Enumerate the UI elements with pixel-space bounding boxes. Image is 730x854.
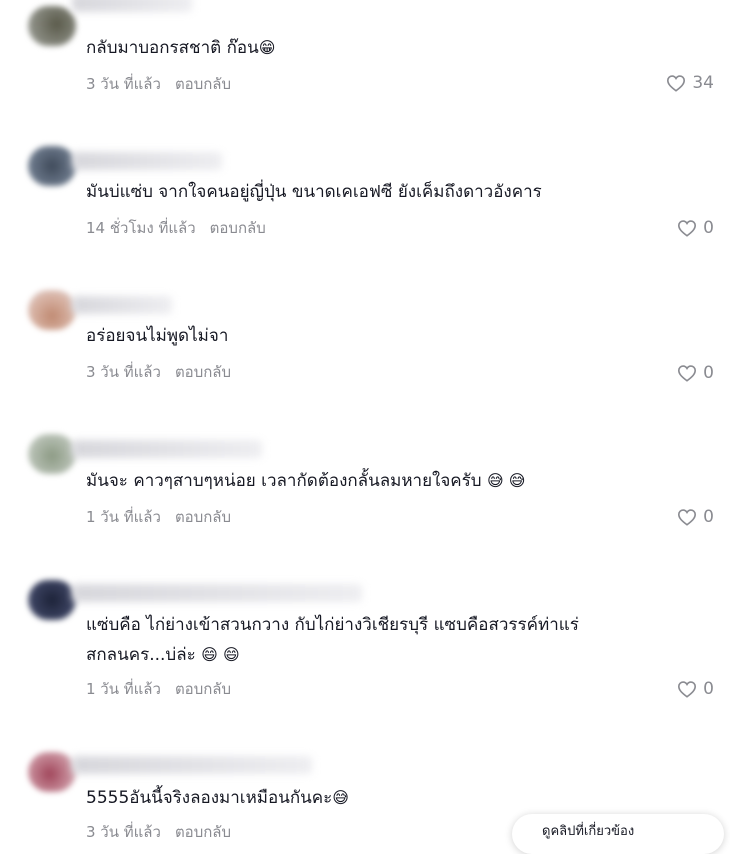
comment-time: 1 วัน ที่แล้ว [86, 680, 161, 698]
like-button[interactable]: 0 [677, 679, 714, 699]
reply-button[interactable]: ตอบกลับ [210, 219, 266, 237]
comment-text: อร่อยจนไม่พูดไม่จา [86, 326, 229, 346]
comment-time: 1 วัน ที่แล้ว [86, 508, 161, 526]
smile-emoji-icon: 😄 😄 [201, 645, 240, 664]
like-count: 0 [703, 218, 714, 238]
username-blurred[interactable] [72, 0, 192, 12]
comment-text: มันจะ คาวๆสาบๆหน่อย เวลากัดต้องกลั้นลมหา… [86, 471, 526, 491]
comment-meta: 1 วัน ที่แล้ว ตอบกลับ [86, 677, 231, 701]
comment-meta: 1 วัน ที่แล้ว ตอบกลับ [86, 505, 231, 529]
grin-emoji-icon: 😁 [258, 38, 276, 57]
comment-meta: 3 วัน ที่แล้ว ตอบกลับ [86, 360, 231, 384]
avatar[interactable] [28, 146, 76, 186]
heart-outline-icon [667, 75, 686, 92]
like-count: 0 [703, 679, 714, 699]
username-blurred[interactable] [72, 440, 262, 458]
like-count: 0 [703, 363, 714, 383]
heart-outline-icon [678, 681, 697, 698]
related-videos-pill[interactable]: ดูคลิปที่เกี่ยวข้อง [512, 814, 724, 854]
like-button[interactable]: 0 [677, 363, 714, 383]
like-count: 34 [692, 73, 714, 93]
comment-text: กลับมาบอกรสชาติ ก๊อน😁 [86, 38, 276, 58]
comment-text: แซ่บคือ ไก่ย่างเข้าสวนกวาง กับไก่ย่างวิเ… [86, 615, 579, 665]
avatar[interactable] [28, 752, 76, 792]
like-button[interactable]: 34 [666, 73, 714, 93]
like-count: 0 [703, 507, 714, 527]
avatar[interactable] [28, 6, 76, 46]
comment-meta: 14 ชั่วโมง ที่แล้ว ตอบกลับ [86, 216, 266, 240]
username-blurred[interactable] [72, 756, 312, 774]
username-blurred[interactable] [72, 296, 172, 314]
reply-button[interactable]: ตอบกลับ [175, 680, 231, 698]
sweat-smile-emoji-icon: 😅 😅 [487, 471, 526, 490]
pill-label: ดูคลิปที่เกี่ยวข้อง [542, 824, 635, 839]
comment-time: 3 วัน ที่แล้ว [86, 75, 161, 93]
comment-time: 3 วัน ที่แล้ว [86, 823, 161, 841]
avatar[interactable] [28, 290, 76, 330]
comment-meta: 3 วัน ที่แล้ว ตอบกลับ [86, 820, 231, 844]
comment-time: 14 ชั่วโมง ที่แล้ว [86, 219, 196, 237]
username-blurred[interactable] [72, 584, 362, 602]
comment-text: 5555อันนี้จริงลองมาเหมือนกันคะ😅 [86, 788, 349, 808]
username-blurred[interactable] [72, 152, 222, 170]
like-button[interactable]: 0 [677, 218, 714, 238]
heart-outline-icon [678, 509, 697, 526]
like-button[interactable]: 0 [677, 507, 714, 527]
reply-button[interactable]: ตอบกลับ [175, 508, 231, 526]
sweat-smile-emoji-icon: 😅 [332, 788, 349, 807]
reply-button[interactable]: ตอบกลับ [175, 75, 231, 93]
avatar[interactable] [28, 434, 76, 474]
comment-time: 3 วัน ที่แล้ว [86, 363, 161, 381]
reply-button[interactable]: ตอบกลับ [175, 363, 231, 381]
comment-text: มันบ่แซ่บ จากใจคนอยู่ญี่ปุ่น ขนาดเคเอฟซี… [86, 182, 542, 202]
heart-outline-icon [678, 220, 697, 237]
heart-outline-icon [678, 365, 697, 382]
comment-meta: 3 วัน ที่แล้ว ตอบกลับ [86, 72, 231, 96]
avatar[interactable] [28, 580, 76, 620]
reply-button[interactable]: ตอบกลับ [175, 823, 231, 841]
